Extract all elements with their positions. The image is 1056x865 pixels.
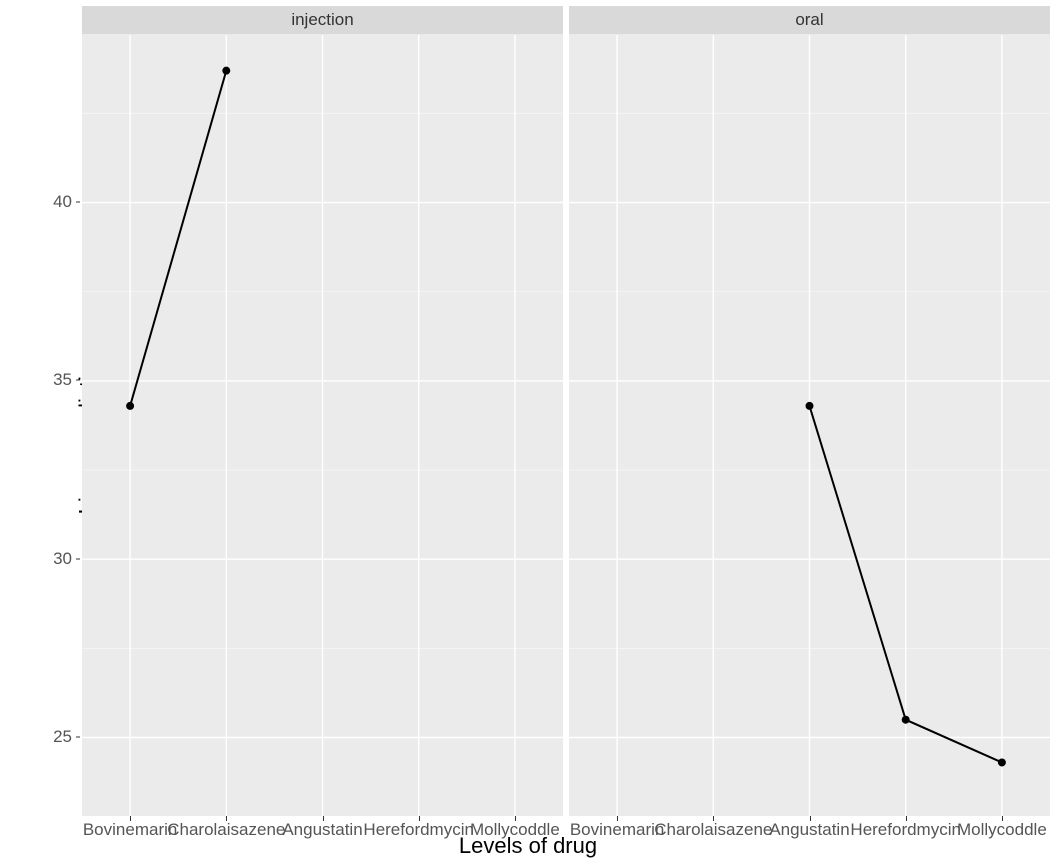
- y-tick-mark: [76, 380, 80, 381]
- facet-strip: oral: [569, 6, 1050, 34]
- x-tick-label: Angustatin: [769, 820, 849, 840]
- grid-major: [569, 35, 1050, 816]
- y-tick-mark: [76, 737, 80, 738]
- grid-major: [82, 35, 563, 816]
- x-axis-labels: Bovinemarin Charolaisazene Angustatin He…: [82, 820, 1050, 842]
- plot-panel: [82, 34, 563, 816]
- x-tick-label: Herefordmycin: [850, 820, 961, 840]
- x-tick-label: Mollycoddle: [957, 820, 1047, 840]
- y-tick-mark: [76, 201, 80, 202]
- line-series-injection: [126, 67, 230, 410]
- facet-strip: injection: [82, 6, 563, 34]
- facet-injection: injection: [82, 6, 563, 816]
- y-tick-label: 35: [53, 370, 72, 390]
- x-tick-label: Bovinemarin: [83, 820, 178, 840]
- x-tick-label: Herefordmycin: [363, 820, 474, 840]
- facet-row: injection: [82, 6, 1050, 816]
- x-tick-label: Mollycoddle: [470, 820, 560, 840]
- plot-panel: [569, 34, 1050, 816]
- facet-oral: oral: [569, 6, 1050, 816]
- x-tick-label: Bovinemarin: [570, 820, 665, 840]
- y-tick-mark: [76, 558, 80, 559]
- x-labels-injection: Bovinemarin Charolaisazene Angustatin He…: [82, 820, 563, 842]
- y-tick-label: 40: [53, 192, 72, 212]
- x-labels-oral: Bovinemarin Charolaisazene Angustatin He…: [569, 820, 1050, 842]
- x-tick-label: Charolaisazene: [654, 820, 772, 840]
- y-tick-label: 25: [53, 727, 72, 747]
- faceted-line-chart: Linear prediction Levels of drug 40 35 3…: [0, 0, 1056, 865]
- y-tick-label: 30: [53, 549, 72, 569]
- x-tick-label: Charolaisazene: [167, 820, 285, 840]
- x-tick-label: Angustatin: [282, 820, 362, 840]
